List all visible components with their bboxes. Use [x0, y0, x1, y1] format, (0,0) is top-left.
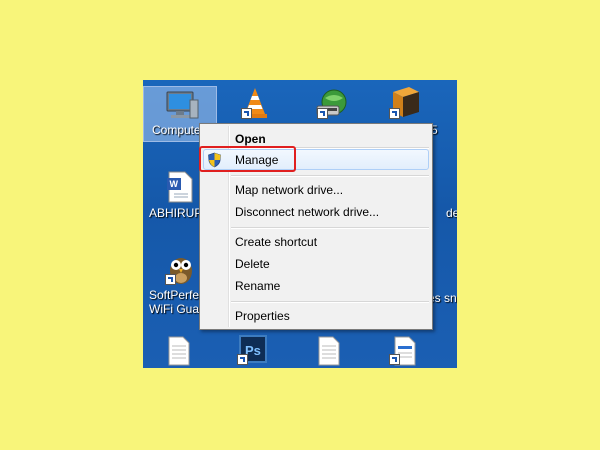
document-label: ABHIRUP — [149, 206, 203, 220]
shortcut-arrow-icon — [389, 108, 400, 119]
package-shortcut-icon[interactable] — [389, 84, 423, 120]
document-icon — [318, 336, 340, 366]
menu-item-map-network-drive[interactable]: Map network drive... — [235, 183, 343, 197]
document-shortcut-icon[interactable] — [389, 336, 417, 366]
owl-label-line1: SoftPerfe — [149, 288, 200, 302]
document-icon — [168, 336, 190, 366]
menu-item-disconnect-network-drive[interactable]: Disconnect network drive... — [235, 205, 379, 219]
desktop-label-partial: de — [446, 206, 457, 220]
photoshop-shortcut-icon[interactable]: Ps — [237, 334, 267, 366]
menu-item-create-shortcut[interactable]: Create shortcut — [235, 235, 317, 249]
annotation-highlight-box — [199, 146, 296, 172]
menu-item-rename[interactable]: Rename — [235, 279, 280, 293]
menu-separator — [231, 175, 429, 177]
shortcut-arrow-icon — [165, 274, 176, 285]
softperfect-wifi-shortcut-icon[interactable] — [163, 252, 197, 286]
text-file-icon[interactable] — [167, 336, 191, 366]
text-file-icon[interactable] — [317, 336, 341, 366]
document-icon: W — [167, 171, 193, 203]
svg-text:W: W — [170, 179, 179, 189]
computer-label: Compute — [152, 123, 201, 137]
menu-item-open[interactable]: Open — [235, 132, 266, 146]
shortcut-arrow-icon — [241, 108, 252, 119]
monitor-icon — [166, 91, 199, 119]
menu-item-delete[interactable]: Delete — [235, 257, 270, 271]
vlc-shortcut-icon[interactable] — [239, 86, 271, 120]
internet-shortcut-icon[interactable] — [315, 86, 351, 120]
menu-item-properties[interactable]: Properties — [235, 309, 290, 323]
shortcut-arrow-icon — [389, 354, 400, 365]
menu-separator — [231, 301, 429, 303]
shortcut-arrow-icon — [237, 354, 248, 365]
shortcut-arrow-icon — [317, 108, 328, 119]
word-document-icon[interactable]: W — [165, 170, 195, 204]
owl-label-line2: WiFi Gua — [149, 302, 200, 316]
menu-separator — [231, 227, 429, 229]
